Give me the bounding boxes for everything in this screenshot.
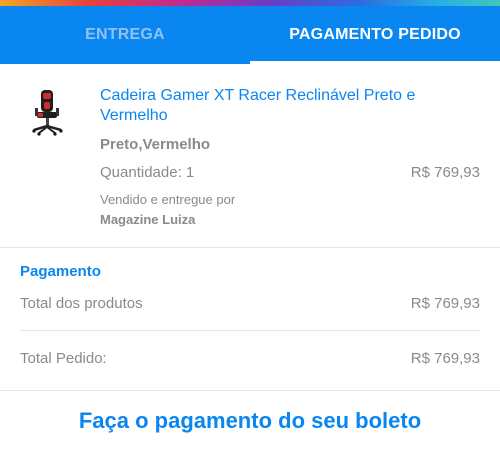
tab-pagamento-pedido[interactable]: PAGAMENTO PEDIDO bbox=[250, 6, 500, 64]
gaming-chair-icon bbox=[32, 90, 63, 136]
product-name[interactable]: Cadeira Gamer XT Racer Reclinável Preto … bbox=[100, 86, 460, 126]
total-order-label: Total Pedido: bbox=[20, 350, 107, 367]
tab-bar: ENTREGA PAGAMENTO PEDIDO bbox=[0, 6, 500, 64]
product-color: Preto,Vermelho bbox=[100, 136, 211, 153]
total-order-value: R$ 769,93 bbox=[410, 350, 480, 367]
divider bbox=[20, 330, 480, 331]
total-products-label: Total dos produtos bbox=[20, 295, 143, 312]
seller-name: Magazine Luiza bbox=[100, 212, 196, 227]
payment-section-title: Pagamento bbox=[20, 263, 101, 280]
divider bbox=[0, 390, 500, 391]
product-quantity: Quantidade: 1 bbox=[100, 164, 195, 181]
sold-by-label: Vendido e entregue por bbox=[100, 192, 236, 207]
order-item: Cadeira Gamer XT Racer Reclinável Preto … bbox=[0, 64, 500, 248]
tab-entrega[interactable]: ENTREGA bbox=[0, 6, 250, 64]
pay-boleto-button[interactable]: Faça o pagamento do seu boleto bbox=[0, 408, 500, 434]
total-products-value: R$ 769,93 bbox=[410, 295, 480, 312]
product-price: R$ 769,93 bbox=[410, 164, 480, 181]
